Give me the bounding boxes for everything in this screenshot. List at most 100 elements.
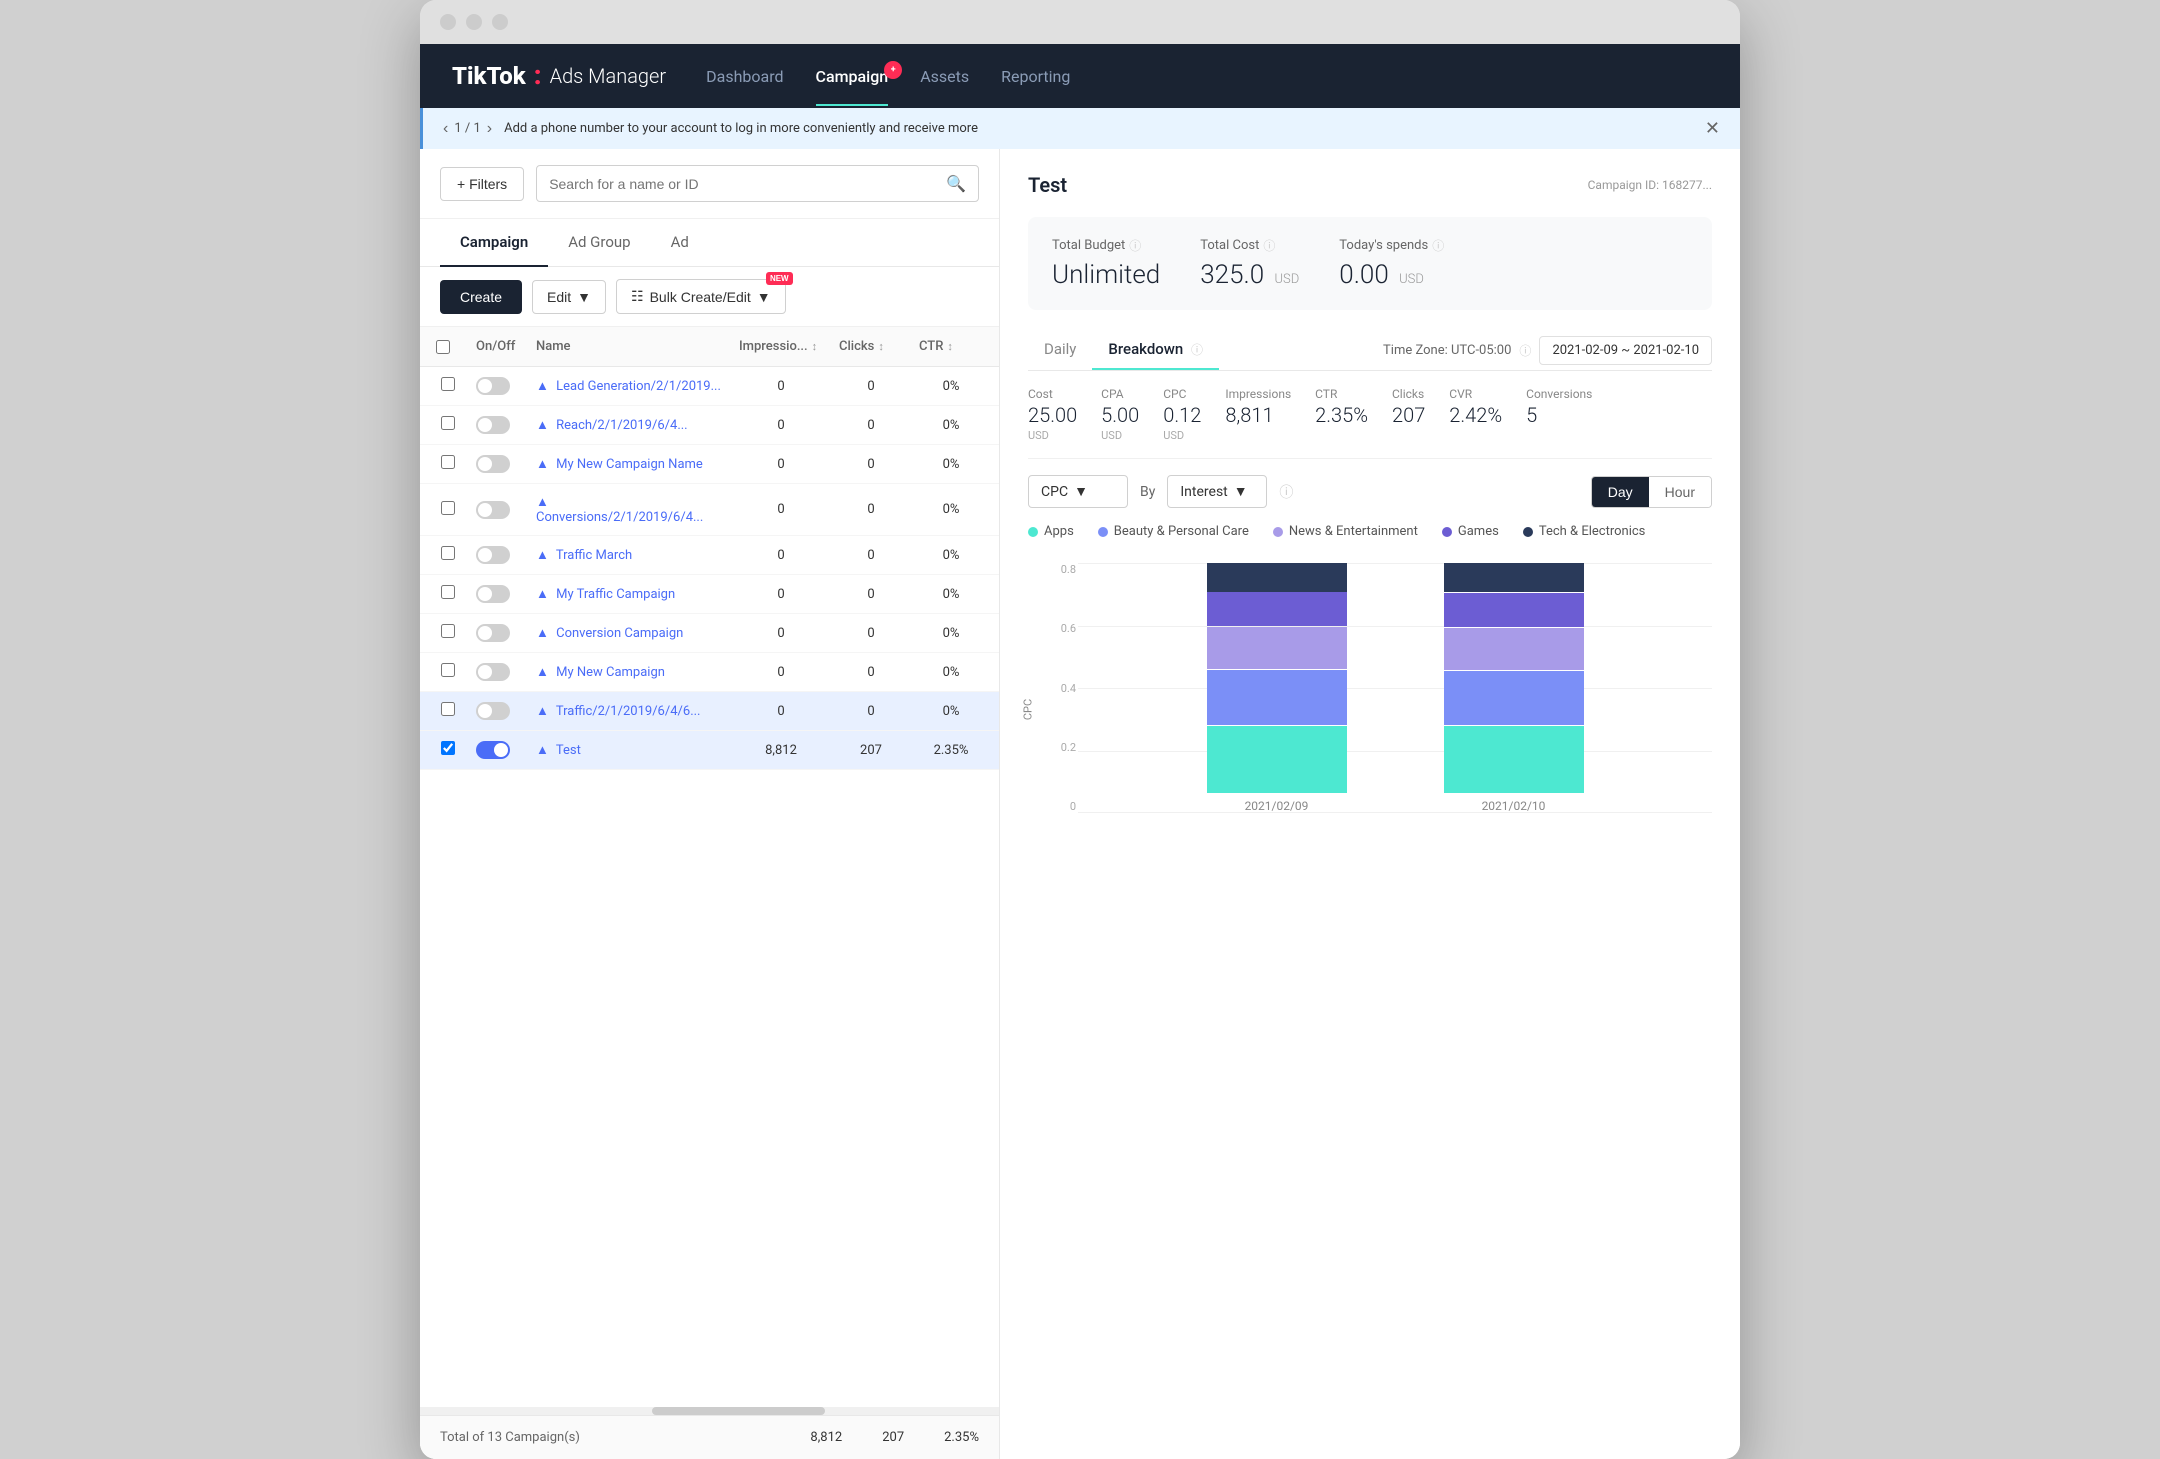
row-checkbox[interactable] bbox=[441, 501, 455, 515]
bar-feb10-segments bbox=[1444, 563, 1584, 793]
app-window: TikTok : Ads Manager Dashboard Campaign … bbox=[420, 44, 1740, 1459]
row-ctr: 0% bbox=[911, 492, 991, 527]
campaign-icon: ▲ bbox=[536, 548, 549, 563]
row-checkbox[interactable] bbox=[441, 741, 455, 755]
date-range-picker[interactable]: 2021-02-09 ~ 2021-02-10 bbox=[1539, 336, 1712, 365]
row-checkbox-cell bbox=[428, 536, 468, 574]
stat-total-budget: Total Budget ⓘ Unlimited bbox=[1052, 237, 1160, 290]
legend-beauty: Beauty & Personal Care bbox=[1098, 524, 1249, 539]
notif-prev-button[interactable]: ‹ bbox=[443, 120, 448, 138]
edit-button[interactable]: Edit ▼ bbox=[532, 280, 606, 314]
sort-impressions-icon[interactable]: ↕ bbox=[812, 340, 818, 353]
filter-button[interactable]: + Filters bbox=[440, 167, 524, 201]
row-checkbox-cell bbox=[428, 575, 468, 613]
browser-dot-3 bbox=[492, 14, 508, 30]
row-checkbox[interactable] bbox=[441, 585, 455, 599]
notif-close-button[interactable]: ✕ bbox=[1705, 118, 1720, 139]
search-input[interactable] bbox=[549, 176, 938, 192]
bulk-create-edit-button[interactable]: ☷ Bulk Create/Edit ▼ NEW bbox=[616, 279, 786, 314]
row-clicks: 0 bbox=[831, 616, 911, 651]
row-toggle[interactable] bbox=[476, 546, 510, 564]
sort-clicks-icon[interactable]: ↕ bbox=[878, 340, 884, 353]
nav-campaign[interactable]: Campaign + bbox=[816, 47, 889, 106]
bar-games-feb10 bbox=[1444, 593, 1584, 627]
row-name: ▲ Traffic/2/1/2019/6/4/6... bbox=[528, 693, 731, 729]
total-cost-value: 325.0 USD bbox=[1200, 260, 1299, 290]
row-toggle[interactable] bbox=[476, 501, 510, 519]
metrics-row: Cost 25.00 USD CPA 5.00 USD CPC 0.12 USD bbox=[1028, 371, 1712, 459]
row-toggle[interactable] bbox=[476, 416, 510, 434]
row-checkbox-cell bbox=[428, 614, 468, 652]
row-toggle-cell bbox=[468, 731, 528, 769]
notif-next-button[interactable]: › bbox=[487, 120, 492, 138]
campaign-icon: ▲ bbox=[536, 743, 549, 758]
metric-conversions: Conversions 5 bbox=[1526, 387, 1592, 442]
campaign-id: Campaign ID: 168277... bbox=[1588, 178, 1712, 192]
select-all-checkbox[interactable] bbox=[436, 340, 450, 354]
top-nav: TikTok : Ads Manager Dashboard Campaign … bbox=[420, 44, 1740, 108]
row-checkbox[interactable] bbox=[441, 702, 455, 716]
row-ctr: 0% bbox=[911, 447, 991, 482]
search-icon: 🔍 bbox=[946, 174, 966, 193]
row-checkbox[interactable] bbox=[441, 416, 455, 430]
row-checkbox[interactable] bbox=[441, 377, 455, 391]
tab-daily[interactable]: Daily bbox=[1028, 330, 1092, 370]
row-clicks: 0 bbox=[831, 655, 911, 690]
bar-feb10: 2021/02/10 bbox=[1444, 563, 1584, 813]
row-checkbox-cell bbox=[428, 406, 468, 444]
legend-tech: Tech & Electronics bbox=[1523, 524, 1646, 539]
hour-button[interactable]: Hour bbox=[1649, 477, 1711, 507]
row-toggle-cell bbox=[468, 614, 528, 652]
row-clicks: 0 bbox=[831, 694, 911, 729]
stat-total-cost: Total Cost ⓘ 325.0 USD bbox=[1200, 237, 1299, 290]
row-clicks: 0 bbox=[831, 408, 911, 443]
breakdown-info-icon: ⓘ bbox=[1191, 343, 1203, 357]
bar-chart: CPC 0.8 0.6 0.4 0.2 0 bbox=[1028, 563, 1712, 843]
metric-select[interactable]: CPC ▼ bbox=[1028, 475, 1128, 508]
campaign-icon: ▲ bbox=[536, 626, 549, 641]
tab-adgroup[interactable]: Ad Group bbox=[548, 219, 650, 267]
row-toggle[interactable] bbox=[476, 377, 510, 395]
chart-controls: Time Zone: UTC-05:00 ⓘ 2021-02-09 ~ 2021… bbox=[1383, 336, 1712, 365]
nav-dashboard[interactable]: Dashboard bbox=[706, 47, 783, 106]
row-impressions: 0 bbox=[731, 408, 831, 443]
breakdown-select[interactable]: Interest ▼ bbox=[1167, 475, 1267, 508]
create-button[interactable]: Create bbox=[440, 280, 522, 314]
tab-campaign[interactable]: Campaign bbox=[440, 219, 548, 267]
row-ctr: 0% bbox=[911, 694, 991, 729]
horizontal-scrollbar[interactable] bbox=[420, 1407, 999, 1415]
row-checkbox[interactable] bbox=[441, 546, 455, 560]
th-clicks: Clicks ↕ bbox=[831, 327, 911, 366]
row-checkbox[interactable] bbox=[441, 624, 455, 638]
bar-news-feb09 bbox=[1207, 627, 1347, 669]
campaign-badge: + bbox=[884, 61, 902, 79]
th-ctr: CTR ↕ bbox=[911, 327, 991, 366]
metric-cpa: CPA 5.00 USD bbox=[1101, 387, 1139, 442]
table-header: On/Off Name Impressio... ↕ Clicks ↕ CTR bbox=[420, 327, 999, 367]
row-toggle[interactable] bbox=[476, 585, 510, 603]
total-budget-label: Total Budget ⓘ bbox=[1052, 237, 1160, 254]
row-ctr: 0% bbox=[911, 655, 991, 690]
table-row: ▲ Traffic March 0 0 0% bbox=[420, 536, 999, 575]
tab-breakdown[interactable]: Breakdown ⓘ bbox=[1092, 330, 1219, 370]
footer-ctr: 2.35% bbox=[944, 1430, 979, 1445]
nav-assets[interactable]: Assets bbox=[920, 47, 969, 106]
row-name: ▲ Test bbox=[528, 732, 731, 768]
row-toggle[interactable] bbox=[476, 455, 510, 473]
total-campaigns-label: Total of 13 Campaign(s) bbox=[440, 1430, 580, 1445]
tab-ad[interactable]: Ad bbox=[651, 219, 709, 267]
row-checkbox[interactable] bbox=[441, 455, 455, 469]
day-button[interactable]: Day bbox=[1592, 477, 1649, 507]
campaign-icon: ▲ bbox=[536, 495, 549, 510]
row-checkbox[interactable] bbox=[441, 663, 455, 677]
row-name: ▲ Traffic March bbox=[528, 537, 731, 573]
row-checkbox-cell bbox=[428, 653, 468, 691]
row-toggle[interactable] bbox=[476, 663, 510, 681]
row-toggle[interactable] bbox=[476, 624, 510, 642]
nav-reporting[interactable]: Reporting bbox=[1001, 47, 1070, 106]
row-toggle[interactable] bbox=[476, 702, 510, 720]
sort-ctr-icon[interactable]: ↕ bbox=[947, 340, 953, 353]
scroll-thumb[interactable] bbox=[652, 1407, 826, 1415]
campaign-toolbar: Create Edit ▼ ☷ Bulk Create/Edit ▼ NEW bbox=[420, 267, 999, 327]
row-toggle[interactable] bbox=[476, 741, 510, 759]
